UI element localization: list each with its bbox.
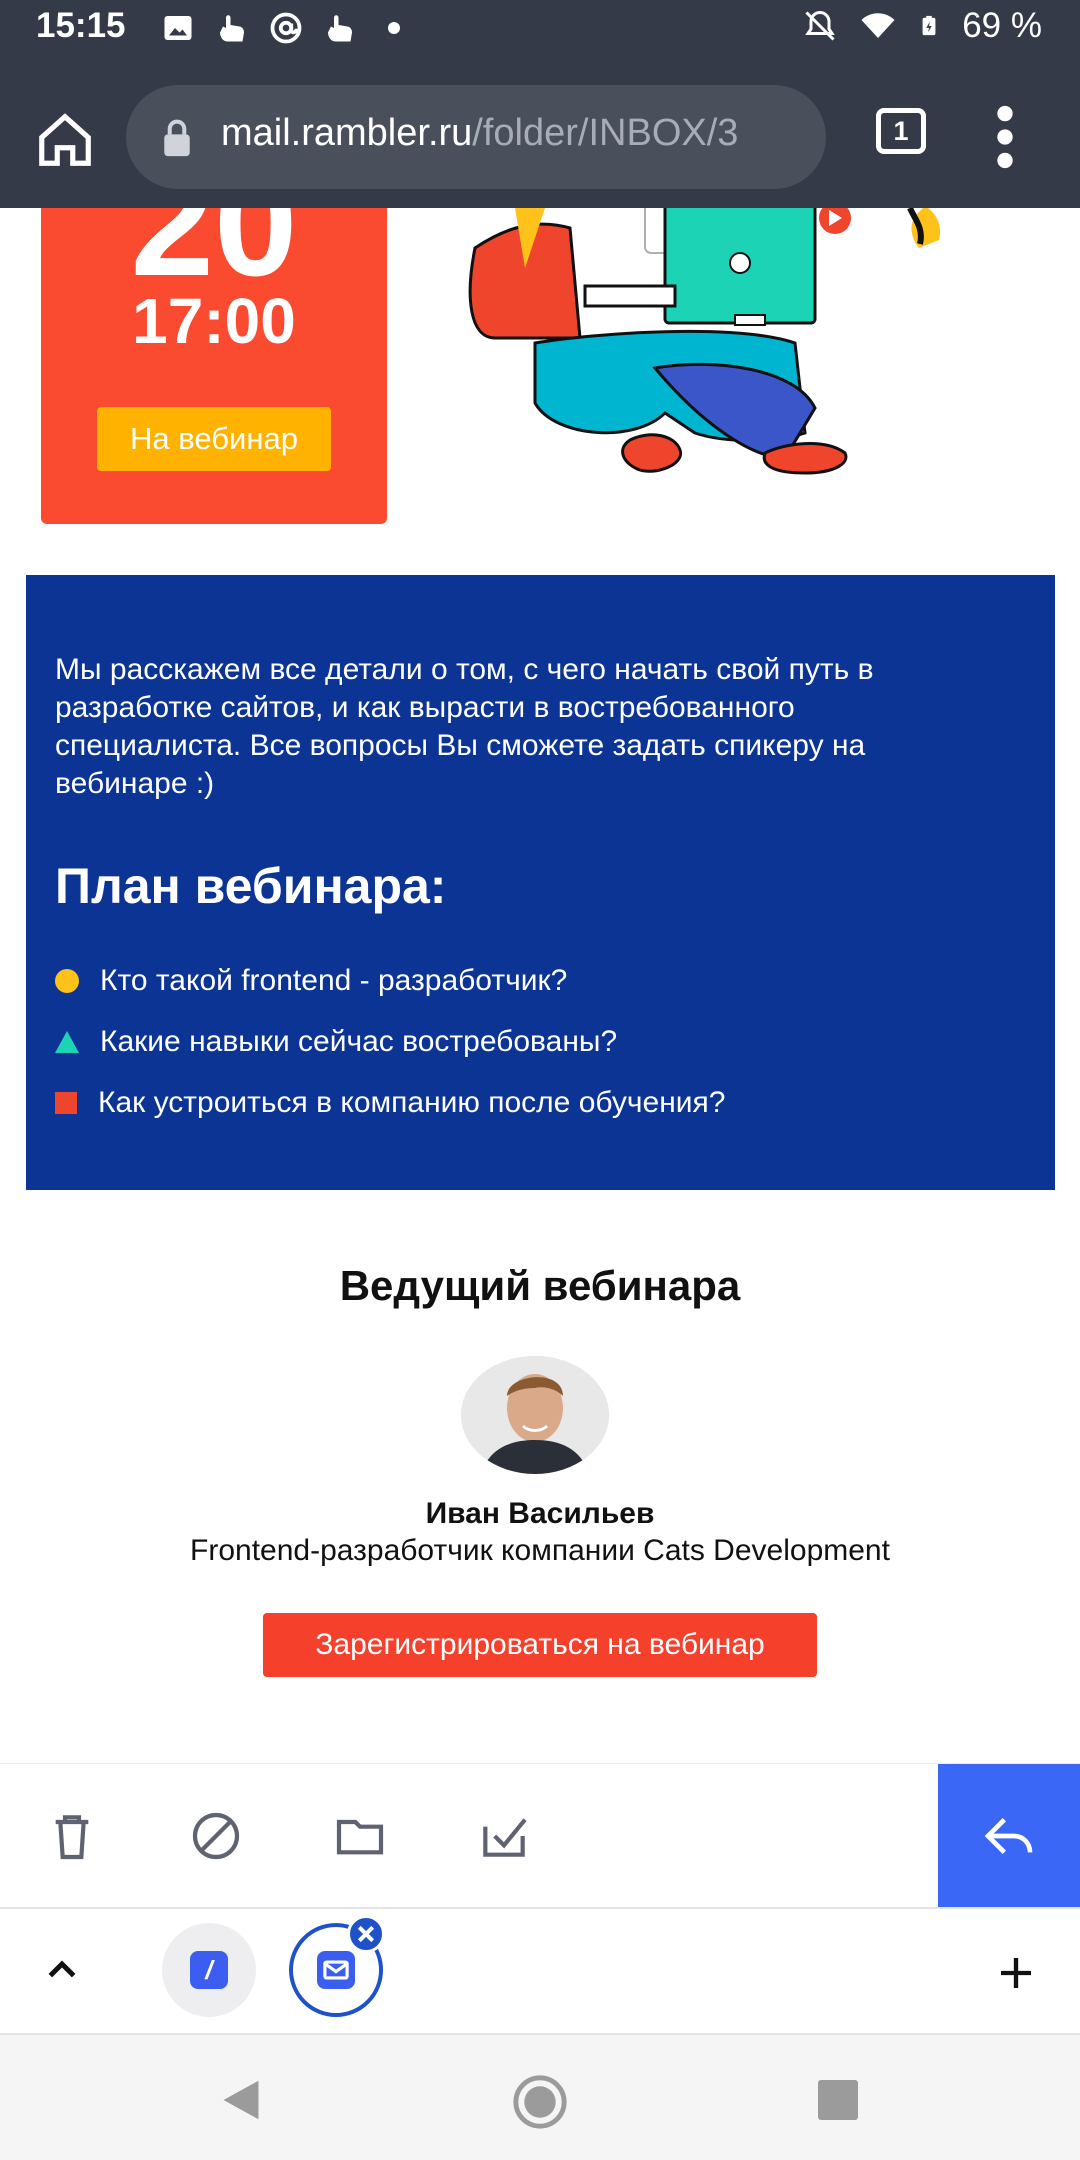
triangle-bullet-icon [55, 1030, 79, 1053]
rambler-logo-icon: / [190, 1951, 228, 1989]
status-time: 15:15 [36, 6, 126, 45]
folder-icon[interactable] [332, 1808, 388, 1864]
chevron-up-icon[interactable] [42, 1949, 82, 1989]
add-tab-icon[interactable] [996, 1953, 1036, 1993]
status-right: 69 % [802, 6, 1042, 46]
list-item: Какие навыки сейчас востребованы? [55, 1011, 725, 1072]
system-navigation-bar [0, 2035, 1080, 2160]
reply-button[interactable] [938, 1764, 1080, 1908]
at-icon [270, 12, 302, 44]
mute-icon [805, 10, 836, 41]
square-bullet-icon [55, 1091, 77, 1114]
webinar-date-card: 20 17:00 На вебинар [41, 208, 387, 524]
lock-icon [164, 119, 190, 157]
spam-icon[interactable] [188, 1808, 244, 1864]
plan-item-text: Какие навыки сейчас востребованы? [100, 1024, 618, 1058]
reply-icon [984, 1818, 1033, 1854]
home-nav-icon[interactable] [511, 2073, 569, 2131]
webinar-time: 17:00 [132, 285, 296, 357]
person-with-laptop-illustration [468, 208, 940, 475]
host-role: Frontend-разработчик компании Cats Devel… [190, 1534, 890, 1567]
close-tab-button[interactable] [347, 1915, 385, 1953]
list-item: Как устроиться в компанию после обучения… [55, 1072, 725, 1133]
mark-read-icon[interactable] [476, 1808, 532, 1864]
email-body[interactable]: 20 17:00 На вебинар Мы расскажем все дет… [0, 208, 1080, 1763]
browser-tab-strip: / [0, 1907, 1080, 2035]
plan-title: План вебинара: [55, 858, 447, 914]
close-icon [357, 1925, 375, 1943]
wifi-icon [861, 13, 895, 38]
battery-icon [922, 15, 936, 36]
go-to-webinar-button[interactable]: На вебинар [97, 407, 331, 471]
tab-count: 1 [893, 115, 909, 146]
plan-item-text: Как устроиться в компанию после обучения… [98, 1085, 726, 1119]
more-menu-icon[interactable] [990, 105, 1020, 169]
browser-toolbar: mail.rambler.ru/folder/INBOX/3 1 [0, 63, 1080, 208]
hand-icon [328, 15, 352, 42]
dot-icon [388, 22, 400, 34]
trash-icon[interactable] [44, 1808, 100, 1864]
mail-action-toolbar [0, 1763, 1080, 1908]
envelope-icon [323, 1960, 349, 1980]
list-item: Кто такой frontend - разработчик? [55, 950, 725, 1011]
url-host: mail.rambler.ru [221, 112, 473, 154]
url-text: mail.rambler.ru/folder/INBOX/3 [221, 112, 811, 155]
plan-item-text: Кто такой frontend - разработчик? [100, 963, 568, 997]
battery-percent: 69 % [962, 6, 1042, 45]
hand-icon [220, 15, 244, 42]
intro-text: Мы расскажем все детали о том, с чего на… [55, 653, 874, 800]
host-section-title: Ведущий вебинара [339, 1262, 741, 1309]
register-button[interactable]: Зарегистрироваться на вебинар [263, 1613, 817, 1677]
host-name: Иван Васильев [425, 1497, 655, 1530]
url-path: /folder/INBOX/3 [472, 112, 739, 154]
recent-apps-icon[interactable] [818, 2080, 858, 2120]
webinar-info-block: Мы расскажем все детали о том, с чего на… [26, 575, 1055, 1190]
tab-switcher-button[interactable]: 1 [876, 108, 926, 154]
status-bar: 15:15 69 % [0, 0, 1080, 63]
image-icon [164, 16, 192, 40]
plan-list: Кто такой frontend - разработчик? Какие … [55, 950, 725, 1133]
circle-bullet-icon [55, 968, 79, 993]
mail-logo-icon [317, 1951, 355, 1989]
notification-icons [160, 10, 412, 46]
home-icon[interactable] [34, 109, 96, 171]
host-photo-icon [461, 1356, 609, 1474]
tab-rambler-search[interactable]: / [162, 1923, 256, 2017]
host-avatar [461, 1356, 609, 1474]
address-bar[interactable]: mail.rambler.ru/folder/INBOX/3 [126, 85, 826, 189]
back-icon[interactable] [220, 2077, 262, 2123]
